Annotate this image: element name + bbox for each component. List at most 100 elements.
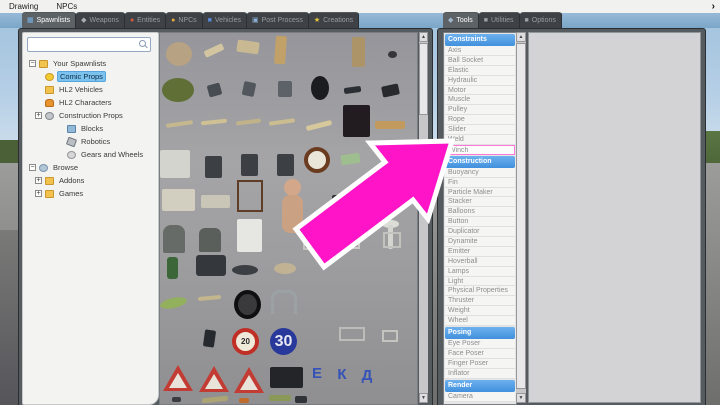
sidebar-item-hl2-characters[interactable]: HL2 Characters xyxy=(25,96,157,109)
prop-stick-1[interactable] xyxy=(165,120,194,128)
prop-baby-doll-body[interactable] xyxy=(282,195,303,233)
prop-baby-doll-head[interactable] xyxy=(284,179,301,196)
scroll-down-icon[interactable]: ▼ xyxy=(516,393,526,403)
prop-sign-30[interactable]: 30 xyxy=(270,328,297,355)
prop-ruler[interactable] xyxy=(305,119,333,132)
prop-pot[interactable] xyxy=(196,255,226,276)
prop-stick-3[interactable] xyxy=(235,118,262,126)
tool-item-wheel[interactable]: Wheel xyxy=(445,316,515,327)
prop-dark-prop[interactable] xyxy=(332,195,342,210)
prop-melon-slice[interactable] xyxy=(160,295,188,311)
prop-warning-sign-2-face[interactable] xyxy=(205,374,223,389)
prop-bone[interactable] xyxy=(203,43,225,58)
collapse-icon[interactable]: − xyxy=(29,164,36,171)
scroll-up-icon[interactable]: ▲ xyxy=(419,32,428,42)
prop-grid-scrollbar[interactable]: ▲ ▼ xyxy=(419,32,428,403)
prop-letter-k[interactable]: К xyxy=(334,366,350,383)
tab-tools[interactable]: ◆ Tools xyxy=(443,12,479,28)
menu-overflow-chevron-icon[interactable]: › xyxy=(712,0,715,13)
tab-weapons[interactable]: ◆ Weapons xyxy=(76,12,125,28)
prop-green-gib[interactable] xyxy=(162,78,194,102)
prop-crate[interactable] xyxy=(270,367,303,388)
collapse-icon[interactable]: − xyxy=(29,60,36,67)
prop-wood-frame[interactable] xyxy=(237,180,263,212)
prop-computer[interactable] xyxy=(162,189,195,211)
tool-item-lamps[interactable]: Lamps xyxy=(445,266,515,277)
prop-plate[interactable] xyxy=(274,263,296,274)
tool-item-light[interactable]: Light xyxy=(445,276,515,287)
tab-utilities[interactable]: ■ Utilities xyxy=(478,12,520,28)
prop-debris-4[interactable] xyxy=(269,395,291,401)
tab-entities[interactable]: ● Entities xyxy=(124,12,167,28)
tool-item-pulley[interactable]: Pulley xyxy=(445,105,515,116)
scroll-up-icon[interactable]: ▲ xyxy=(516,32,526,42)
prop-glasses[interactable] xyxy=(343,85,362,95)
tab-spawnlists[interactable]: ▦ Spawnlists xyxy=(22,12,77,28)
sidebar-item-hl2-vehicles[interactable]: HL2 Vehicles xyxy=(25,83,157,96)
tool-item-physical-properties[interactable]: Physical Properties xyxy=(445,286,515,297)
prop-frying-pan[interactable] xyxy=(232,265,258,275)
prop-warning-sign-3-face[interactable] xyxy=(240,375,258,390)
tool-item-slider[interactable]: Slider xyxy=(445,125,515,136)
prop-cash-register[interactable] xyxy=(160,150,190,178)
scroll-thumb[interactable] xyxy=(419,43,428,115)
prop-warning-sign-1-face[interactable] xyxy=(169,373,187,388)
prop-debris-2[interactable] xyxy=(201,395,229,404)
prop-bird[interactable] xyxy=(388,51,397,58)
prop-letter-d[interactable]: Д xyxy=(359,367,375,384)
prop-briefcase[interactable] xyxy=(343,105,370,137)
sidebar-item-your-spawnlists[interactable]: − Your Spawnlists xyxy=(25,57,157,70)
prop-metal-shard-1[interactable] xyxy=(206,82,223,98)
tool-item-ball-socket[interactable]: Ball Socket xyxy=(445,55,515,66)
tool-item-camera[interactable]: Camera xyxy=(445,391,515,402)
tab-options[interactable]: ■ Options xyxy=(519,12,562,28)
sidebar-item-games[interactable]: + Games xyxy=(25,187,157,200)
tool-list-scrollbar[interactable]: ▲ ▼ xyxy=(516,32,526,403)
prop-pipe-arch[interactable] xyxy=(271,290,297,314)
prop-dollar-bill[interactable] xyxy=(340,152,361,166)
tab-vehicles[interactable]: ■ Vehicles xyxy=(202,12,247,28)
prop-gravestone-1[interactable] xyxy=(163,225,185,253)
tool-item-rope[interactable]: Rope xyxy=(445,115,515,126)
prop-sign-20[interactable]: 20 xyxy=(232,328,259,355)
tool-item-button[interactable]: Button xyxy=(445,217,515,228)
tool-item-thruster[interactable]: Thruster xyxy=(445,296,515,307)
tool-item-emitter[interactable]: Emitter xyxy=(445,246,515,257)
tool-item-finger-poser[interactable]: Finger Poser xyxy=(445,358,515,369)
prop-black-bag[interactable] xyxy=(311,76,329,100)
scroll-thumb[interactable] xyxy=(516,43,526,389)
prop-debris-3[interactable] xyxy=(239,398,249,403)
prop-debris-5[interactable] xyxy=(295,396,307,403)
tool-item-balloons[interactable]: Balloons xyxy=(445,207,515,218)
prop-washing-machine[interactable] xyxy=(237,219,262,252)
prop-railing-4[interactable] xyxy=(339,327,365,341)
tool-item-dynamite[interactable]: Dynamite xyxy=(445,237,515,247)
sidebar-item-browse[interactable]: − Browse xyxy=(25,161,157,174)
prop-stick-4[interactable] xyxy=(268,118,296,126)
expand-icon[interactable]: + xyxy=(35,177,42,184)
prop-bones[interactable] xyxy=(236,39,260,55)
prop-crow[interactable] xyxy=(202,329,217,348)
tool-item-winch[interactable]: Winch xyxy=(445,144,515,155)
sidebar-item-addons[interactable]: + Addons xyxy=(25,174,157,187)
prop-spine[interactable] xyxy=(274,35,287,65)
tab-post-process[interactable]: ▣ Post Process xyxy=(246,12,309,28)
tool-item-hydraulic[interactable]: Hydraulic xyxy=(445,75,515,86)
expand-icon[interactable]: + xyxy=(35,112,42,119)
prop-skull[interactable] xyxy=(166,42,192,66)
prop-gravestone-2[interactable] xyxy=(199,228,221,252)
sidebar-item-comic-props[interactable]: Comic Props xyxy=(25,70,157,83)
tool-item-axis[interactable]: Axis xyxy=(445,46,515,56)
prop-stick-2[interactable] xyxy=(200,118,228,126)
prop-letter-e[interactable]: Е xyxy=(309,365,325,382)
prop-skeleton-legs[interactable] xyxy=(352,37,365,67)
tool-item-hoverball[interactable]: Hoverball xyxy=(445,256,515,267)
prop-railing-1[interactable] xyxy=(303,234,325,250)
prop-stick-5[interactable] xyxy=(197,295,222,301)
prop-office-chair-2[interactable] xyxy=(241,154,258,176)
tool-item-face-poser[interactable]: Face Poser xyxy=(445,348,515,359)
tool-item-duplicator[interactable]: Duplicator xyxy=(445,227,515,238)
prop-scanner[interactable] xyxy=(201,195,230,208)
tool-item-muscle[interactable]: Muscle xyxy=(445,95,515,106)
prop-railing-5[interactable] xyxy=(382,330,398,342)
